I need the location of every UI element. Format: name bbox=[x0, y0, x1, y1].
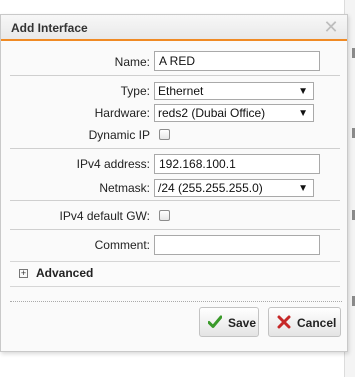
chevron-down-icon: ▼ bbox=[298, 108, 308, 119]
dialog-titlebar[interactable]: Add Interface ✕ bbox=[1, 15, 347, 41]
ipv4-address-label: IPv4 address: bbox=[76, 157, 150, 171]
hardware-select-value: reds2 (Dubai Office) bbox=[158, 106, 266, 120]
netmask-select[interactable]: /24 (255.255.255.0) ▼ bbox=[154, 179, 314, 197]
separator bbox=[10, 229, 340, 230]
hardware-label: Hardware: bbox=[94, 106, 150, 120]
hardware-select[interactable]: reds2 (Dubai Office) ▼ bbox=[154, 104, 314, 122]
close-icon[interactable]: ✕ bbox=[323, 18, 339, 36]
separator bbox=[10, 75, 340, 76]
comment-input[interactable] bbox=[154, 235, 320, 255]
netmask-label: Netmask: bbox=[99, 181, 150, 195]
comment-label: Comment: bbox=[94, 238, 150, 252]
ipv4-address-input[interactable]: 192.168.100.1 bbox=[154, 154, 320, 174]
cancel-button[interactable]: Cancel bbox=[268, 307, 341, 337]
footer-divider bbox=[10, 301, 342, 302]
advanced-label: Advanced bbox=[36, 266, 94, 280]
check-icon bbox=[208, 315, 222, 328]
separator bbox=[10, 148, 340, 149]
type-select[interactable]: Ethernet ▼ bbox=[154, 82, 314, 100]
name-label: Name: bbox=[114, 55, 150, 69]
type-label: Type: bbox=[120, 84, 150, 98]
type-select-value: Ethernet bbox=[158, 84, 204, 98]
dialog-title: Add Interface bbox=[11, 21, 88, 35]
dynamic-ip-checkbox[interactable] bbox=[159, 129, 170, 140]
cancel-button-label: Cancel bbox=[297, 316, 337, 330]
chevron-down-icon: ▼ bbox=[298, 183, 308, 194]
ipv4-default-gw-checkbox[interactable] bbox=[159, 210, 170, 221]
separator bbox=[10, 200, 340, 201]
add-interface-dialog: Add Interface ✕ Name: A RED Type: Ethern… bbox=[0, 14, 348, 352]
save-button[interactable]: Save bbox=[199, 307, 259, 337]
save-button-label: Save bbox=[228, 316, 257, 330]
ipv4-default-gw-label: IPv4 default GW: bbox=[59, 209, 151, 223]
x-icon bbox=[277, 315, 291, 329]
name-input[interactable]: A RED bbox=[154, 51, 320, 71]
netmask-select-value: /24 (255.255.255.0) bbox=[158, 181, 263, 195]
dynamic-ip-label: Dynamic IP bbox=[88, 128, 150, 142]
chevron-down-icon: ▼ bbox=[298, 86, 308, 97]
advanced-section-header[interactable]: + Advanced bbox=[10, 261, 340, 287]
expand-plus-icon[interactable]: + bbox=[19, 269, 28, 278]
